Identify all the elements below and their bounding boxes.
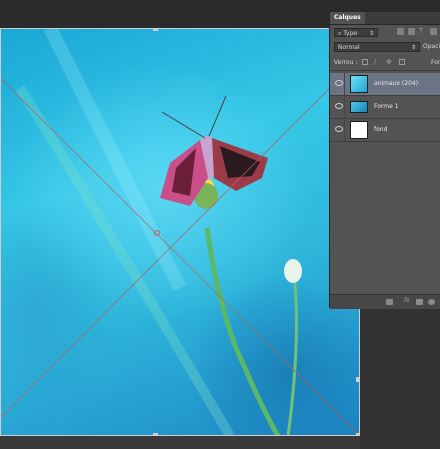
filter-shape-icon[interactable] xyxy=(430,28,437,35)
mask-icon[interactable] xyxy=(416,299,423,305)
layer-thumbnail xyxy=(350,75,368,93)
divider xyxy=(344,73,345,95)
eye-icon[interactable] xyxy=(335,126,343,132)
opacity-label[interactable]: Opacité xyxy=(423,42,440,52)
workspace-background xyxy=(360,300,440,449)
lock-row: Verrou : / ✥ Fond xyxy=(330,56,440,71)
filter-text-icon[interactable]: T xyxy=(419,28,426,35)
filter-type-label: Type xyxy=(343,30,358,37)
chevron-down-icon: ⇕ xyxy=(410,44,416,51)
blend-mode-value: Normal xyxy=(338,44,360,51)
fill-label[interactable]: Fond xyxy=(431,58,440,68)
layers-panel: Calques ⌕ Type ⇕ T Normal ⇕ Opacité Verr… xyxy=(329,11,440,309)
panel-tab-bar: Calques xyxy=(330,12,440,25)
divider xyxy=(344,119,345,141)
eye-icon[interactable] xyxy=(335,103,343,109)
lock-move-icon[interactable]: ✥ xyxy=(386,59,392,66)
fx-icon[interactable]: fx xyxy=(404,297,410,304)
blend-row: Normal ⇕ Opacité xyxy=(330,41,440,54)
lock-label: Verrou : xyxy=(334,59,358,66)
lock-all-icon[interactable] xyxy=(399,59,405,65)
layer-name[interactable]: Forme 1 xyxy=(374,102,399,112)
filter-type-select[interactable]: ⌕ Type ⇕ xyxy=(334,28,378,37)
document-canvas[interactable] xyxy=(0,28,360,436)
eye-icon[interactable] xyxy=(335,80,343,86)
blend-mode-select[interactable]: Normal ⇕ xyxy=(334,42,420,52)
chevron-down-icon: ⇕ xyxy=(368,30,374,37)
layer-row[interactable]: animaux (204) xyxy=(330,73,440,96)
lock-transparency-icon[interactable] xyxy=(362,59,368,65)
filter-pixel-icon[interactable] xyxy=(397,28,404,35)
link-icon[interactable] xyxy=(386,299,393,305)
layer-name[interactable]: animaux (204) xyxy=(374,79,418,89)
canvas-artwork xyxy=(0,28,360,436)
layer-thumbnail xyxy=(350,101,368,113)
layers-list-empty-area xyxy=(330,142,440,294)
layer-thumbnail xyxy=(350,121,368,139)
lock-brush-icon[interactable]: / xyxy=(374,59,380,66)
layer-name[interactable]: fond xyxy=(374,125,387,135)
layer-filter-row: ⌕ Type ⇕ T xyxy=(330,25,440,40)
adjustment-icon[interactable] xyxy=(428,299,435,305)
layer-row[interactable]: Forme 1 xyxy=(330,96,440,119)
tab-layers[interactable]: Calques xyxy=(330,12,365,24)
layer-row[interactable]: fond xyxy=(330,119,440,142)
filter-adjustment-icon[interactable] xyxy=(408,28,415,35)
panel-footer: fx xyxy=(330,294,440,309)
divider xyxy=(344,96,345,118)
